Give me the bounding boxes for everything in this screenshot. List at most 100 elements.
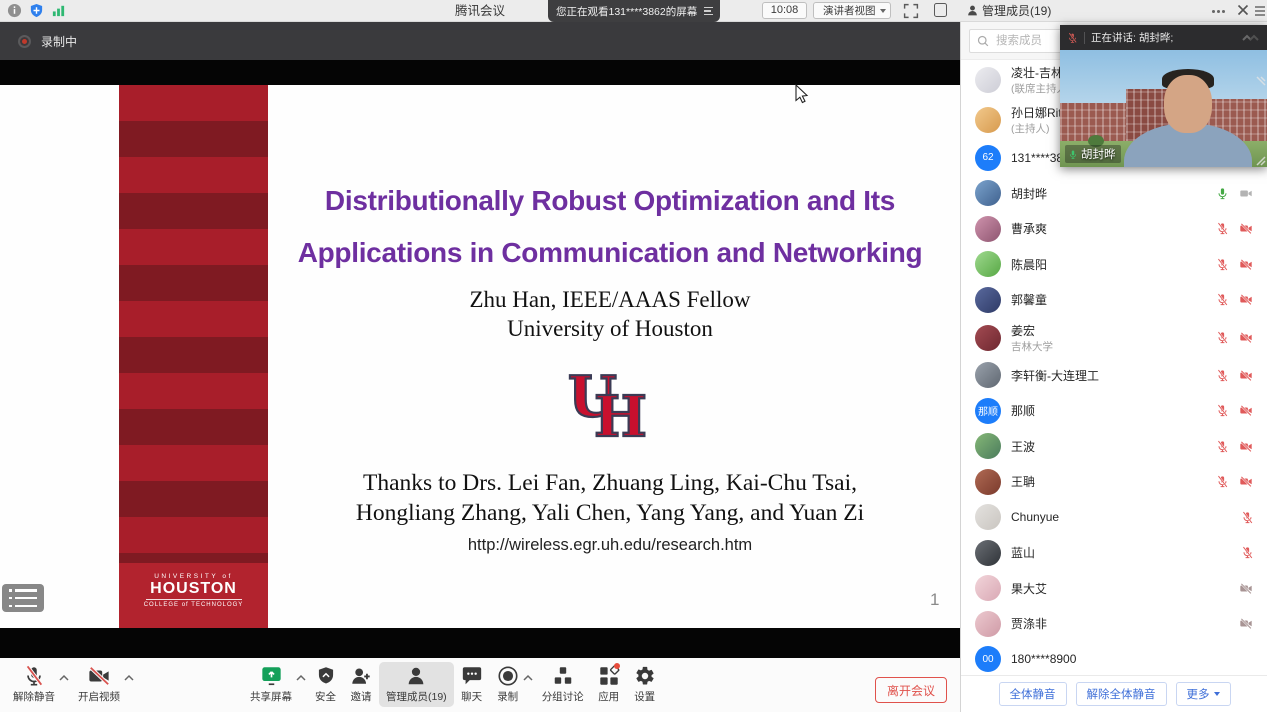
- participant-name: 郭馨童: [1011, 291, 1216, 308]
- video-options-chevron[interactable]: [123, 669, 135, 687]
- participant-row[interactable]: 贾涤非: [961, 606, 1267, 642]
- mic-on-icon: [1068, 149, 1078, 160]
- watching-screen-notice[interactable]: 您正在观看131****3862的屏幕: [548, 0, 720, 22]
- participant-status-icons: [1216, 187, 1254, 200]
- leave-meeting-button[interactable]: 离开会议: [875, 677, 947, 703]
- invite-button[interactable]: 邀请: [343, 662, 379, 707]
- participant-row[interactable]: 王聃: [961, 464, 1267, 500]
- avatar: [975, 325, 1001, 351]
- participant-row[interactable]: 胡封晔: [961, 176, 1267, 212]
- participant-row[interactable]: 李轩衡-大连理工: [961, 358, 1267, 394]
- start-video-button[interactable]: 开启视频: [71, 662, 127, 707]
- college-name: COLLEGE of TECHNOLOGY: [119, 602, 268, 608]
- recording-dot-icon: [18, 35, 31, 48]
- participant-name: 陈晨阳: [1011, 256, 1216, 273]
- university-logo-block: UNIVERSITY of HOUSTON COLLEGE of TECHNOL…: [119, 563, 268, 628]
- participant-status-icons: [1216, 369, 1254, 382]
- share-options-chevron[interactable]: [295, 669, 307, 687]
- invite-person-icon: [350, 665, 372, 687]
- resize-grip-icon[interactable]: [1252, 76, 1266, 90]
- breakout-rooms-button[interactable]: 分组讨论: [535, 662, 591, 707]
- slide-title-line2: Applications in Communication and Networ…: [268, 227, 952, 279]
- manage-members-button[interactable]: 管理成员(19): [379, 662, 454, 707]
- window-resize-arrows-icon[interactable]: [1241, 32, 1260, 44]
- avatar: 00: [975, 646, 1001, 672]
- apps-button[interactable]: 应用: [591, 662, 627, 707]
- participant-row[interactable]: 姜宏 吉林大学: [961, 318, 1267, 358]
- network-signal-icon[interactable]: [51, 3, 66, 18]
- participant-row[interactable]: 陈晨阳: [961, 247, 1267, 283]
- participant-name: 180****8900: [1011, 652, 1254, 666]
- chevron-down-icon: [1214, 692, 1220, 696]
- avatar: [975, 287, 1001, 313]
- camera-muted-icon: [1238, 331, 1254, 344]
- watching-notice-text: 您正在观看131****3862的屏幕: [556, 4, 697, 19]
- participant-status-icons: [1216, 404, 1254, 417]
- participant-row[interactable]: 郭馨童: [961, 282, 1267, 318]
- fullscreen-icon[interactable]: [903, 3, 919, 19]
- participant-status-icons: [1241, 511, 1254, 524]
- participant-name: 姜宏: [1011, 322, 1216, 339]
- panel-toggle-icon[interactable]: [934, 3, 947, 17]
- slide-stripe-column: [119, 85, 268, 563]
- info-icon[interactable]: [7, 3, 22, 18]
- camera-icon: [1238, 187, 1254, 200]
- panel-title: 管理成员(19): [982, 0, 1051, 22]
- speaker-video-window[interactable]: 正在讲话: 胡封晔; 胡封晔: [1060, 25, 1267, 167]
- speaker-video-feed: 胡封晔: [1060, 50, 1267, 167]
- panel-menu-icon[interactable]: [1255, 6, 1265, 16]
- participant-row[interactable]: 00 180****8900: [961, 642, 1267, 677]
- mute-all-button[interactable]: 全体静音: [999, 682, 1067, 706]
- resize-grip-icon[interactable]: [1252, 152, 1266, 166]
- participant-name: 曹承爽: [1011, 220, 1216, 237]
- share-screen-button[interactable]: 共享屏幕: [243, 662, 299, 707]
- avatar: [975, 251, 1001, 277]
- university-small-text: UNIVERSITY of: [119, 573, 268, 580]
- mic-muted-icon: [1216, 331, 1229, 344]
- participant-row[interactable]: 蓝山: [961, 535, 1267, 571]
- unmute-button[interactable]: 解除静音: [6, 662, 62, 707]
- participant-row[interactable]: 果大艾: [961, 571, 1267, 607]
- mic-muted-icon: [1216, 404, 1229, 417]
- mic-options-chevron[interactable]: [58, 669, 70, 687]
- chat-button[interactable]: 聊天: [454, 662, 490, 707]
- view-mode-selector[interactable]: 演讲者视图: [813, 2, 891, 19]
- avatar: [975, 469, 1001, 495]
- speaking-now-label: 正在讲话: 胡封晔;: [1091, 30, 1173, 45]
- university-name: HOUSTON: [119, 580, 268, 597]
- camera-muted-icon: [1238, 440, 1254, 453]
- slide-panel-toggle-button[interactable]: [2, 584, 44, 612]
- avatar: [975, 540, 1001, 566]
- more-options-icon[interactable]: [1212, 10, 1215, 13]
- participant-name: 那顺: [1011, 402, 1216, 419]
- divider: [146, 599, 242, 600]
- settings-button[interactable]: 设置: [627, 662, 663, 707]
- record-options-chevron[interactable]: [522, 669, 534, 687]
- participant-row[interactable]: 曹承爽: [961, 211, 1267, 247]
- participant-status-icons: [1238, 582, 1254, 595]
- mouse-cursor: [795, 84, 809, 104]
- more-button[interactable]: 更多: [1176, 682, 1231, 706]
- speaker-face: [1164, 75, 1212, 133]
- notice-menu-icon[interactable]: [704, 7, 713, 16]
- avatar: [975, 67, 1001, 93]
- uh-logo-letter-h: H: [594, 389, 647, 445]
- security-shield-icon[interactable]: [29, 3, 44, 18]
- participant-row[interactable]: 那顺 那顺: [961, 393, 1267, 429]
- titlebar: 腾讯会议 您正在观看131****3862的屏幕 10:08 演讲者视图 管理成…: [0, 0, 1267, 22]
- close-icon[interactable]: [1237, 4, 1249, 16]
- mic-muted-icon: [1216, 369, 1229, 382]
- record-button[interactable]: 录制: [490, 662, 526, 707]
- mic-muted-icon: [1241, 546, 1254, 559]
- avatar: [975, 216, 1001, 242]
- participant-row[interactable]: Chunyue: [961, 500, 1267, 536]
- recording-bar: 录制中: [0, 22, 960, 60]
- search-icon: [977, 35, 989, 47]
- security-button[interactable]: 安全: [308, 662, 343, 707]
- unmute-all-button[interactable]: 解除全体静音: [1076, 682, 1167, 706]
- recording-label: 录制中: [41, 33, 77, 50]
- shield-icon: [316, 665, 336, 687]
- participant-row[interactable]: 王波: [961, 429, 1267, 465]
- mic-muted-icon: [1216, 440, 1229, 453]
- participant-status-icons: [1241, 546, 1254, 559]
